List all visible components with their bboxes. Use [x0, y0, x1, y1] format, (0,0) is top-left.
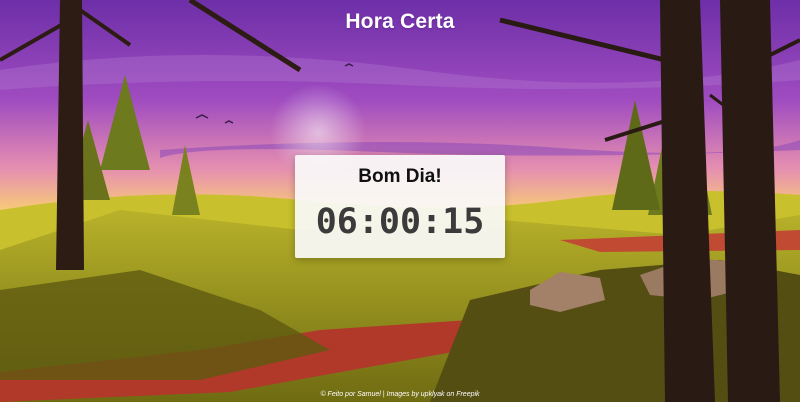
- greeting-text: Bom Dia!: [358, 166, 442, 187]
- clock-time: 06:00:15: [315, 202, 485, 242]
- clock-card: Bom Dia! 06:00:15: [295, 155, 505, 258]
- footer-credits: © Feito por Samuel | Images by upklyak o…: [320, 391, 480, 398]
- page-title: Hora Certa: [345, 10, 455, 33]
